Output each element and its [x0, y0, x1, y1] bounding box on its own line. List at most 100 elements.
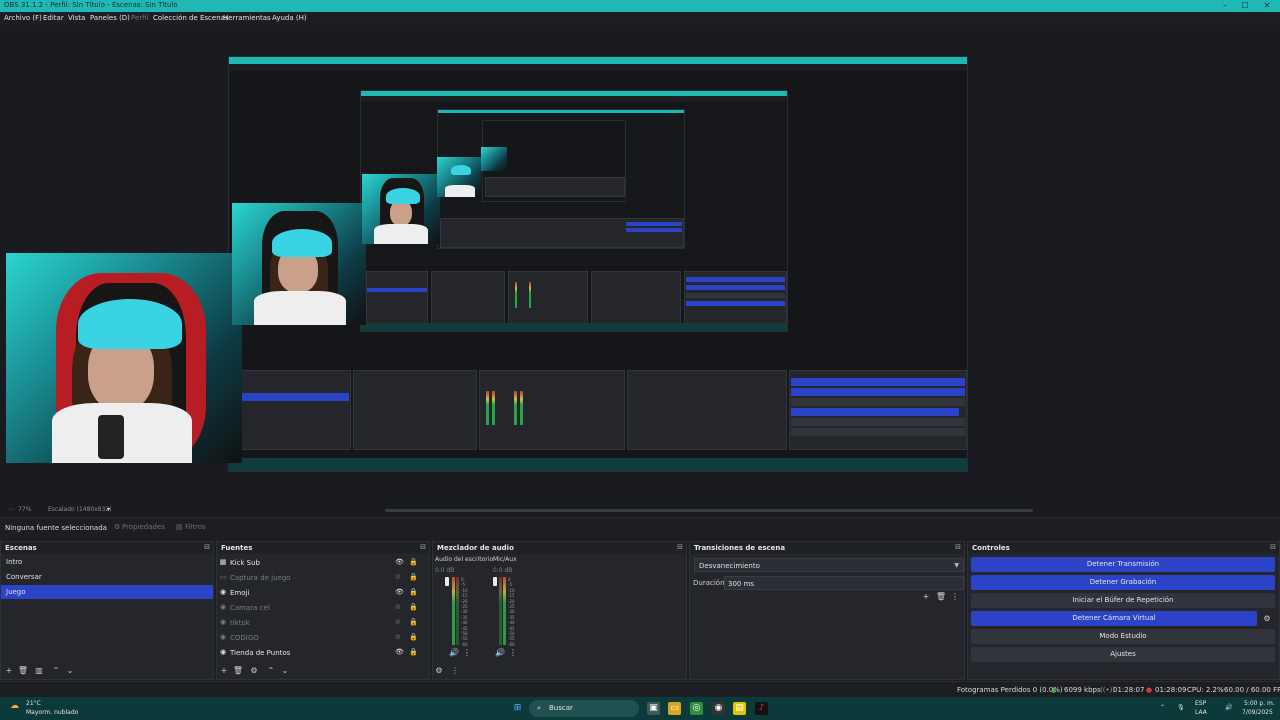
maximize-button[interactable]: ☐	[1236, 0, 1254, 12]
menu-ayuda[interactable]: Ayuda (H)	[272, 14, 307, 22]
scene-item-juego[interactable]: Juego	[1, 585, 213, 599]
filters-button[interactable]: Filtros	[185, 523, 206, 531]
mic-icon[interactable]: 🎙	[1177, 704, 1185, 711]
speaker-icon[interactable]: 🔊	[449, 648, 459, 657]
kebab-icon[interactable]: ⋮	[449, 666, 461, 675]
lock-icon[interactable]: 🔒	[409, 603, 418, 611]
source-type-icon: ▭	[219, 573, 227, 581]
filter-icon[interactable]: ▥	[33, 666, 45, 675]
source-item-codigo[interactable]: ◉ CODIGO ⊘ 🔒	[217, 630, 425, 645]
tiktok-icon[interactable]: ♪	[755, 702, 768, 715]
zoom-caret-icon[interactable]: ⋯	[8, 506, 14, 513]
nested-btn-1b	[791, 388, 965, 396]
replay-buffer-button[interactable]: Iniciar el Búfer de Repetición	[971, 593, 1275, 608]
menu-coleccion-escenas[interactable]: Colección de Escenas	[153, 14, 229, 22]
eye-off-icon[interactable]: ⊘	[395, 573, 401, 581]
close-button[interactable]: ✕	[1258, 0, 1276, 12]
scaling-label[interactable]: Escalado (1480x832)	[48, 506, 112, 513]
dock-menu-icon[interactable]: ⊟	[1270, 543, 1276, 551]
eye-icon[interactable]: 👁	[395, 648, 404, 656]
source-item-kick-sub[interactable]: ▦ Kick Sub 👁 🔒	[217, 555, 425, 570]
trash-icon[interactable]: 🗑	[935, 592, 947, 601]
source-item-tienda-puntos[interactable]: ◉ Tienda de Puntos 👁 🔒	[217, 645, 425, 660]
scaling-dropdown-icon[interactable]: ▾	[107, 506, 110, 513]
obs-icon[interactable]: ◉	[712, 702, 725, 715]
preview-scrollbar[interactable]	[385, 509, 1033, 512]
menu-paneles[interactable]: Paneles (D)	[90, 14, 130, 22]
link-gear-icon[interactable]: ⚙	[433, 666, 445, 675]
eye-icon[interactable]: 👁	[395, 558, 404, 566]
lock-icon[interactable]: 🔒	[409, 588, 418, 596]
trash-icon[interactable]: 🗑	[17, 666, 29, 675]
kebab-icon[interactable]: ⋮	[949, 592, 961, 601]
kebab-icon[interactable]: ⋮	[463, 648, 471, 657]
dock-menu-icon[interactable]: ⊟	[677, 543, 683, 551]
language-1[interactable]: ESP	[1195, 700, 1206, 707]
settings-button[interactable]: Ajustes	[971, 647, 1275, 662]
source-item-camara-cel[interactable]: ◉ Camara cel ⊘ 🔒	[217, 600, 425, 615]
nested-btn-2a	[686, 277, 785, 282]
menu-archivo[interactable]: Archivo (F)	[4, 14, 42, 22]
chevron-up-icon[interactable]: ⌃	[265, 666, 277, 675]
stop-recording-button[interactable]: Detener Grabación	[971, 575, 1275, 590]
nested-btn-2b	[686, 285, 785, 290]
weather-icon[interactable]: ☁	[8, 700, 21, 713]
scene-item-intro[interactable]: Intro	[1, 555, 213, 569]
gear-icon: ⚙	[114, 523, 121, 531]
gear-icon[interactable]: ⚙	[248, 666, 260, 675]
eye-off-icon[interactable]: ⊘	[395, 603, 401, 611]
menu-vista[interactable]: Vista	[68, 14, 85, 22]
lock-icon[interactable]: 🔒	[409, 573, 418, 581]
chevron-down-icon[interactable]: ⌄	[279, 666, 291, 675]
scenes-footer: + 🗑 ▥ ⌃ ⌄	[1, 663, 213, 679]
gear-icon[interactable]: ⚙	[1261, 614, 1273, 623]
task-view-icon[interactable]: ▣	[647, 702, 660, 715]
source-item-emoji[interactable]: ◉ Emoji 👁 🔒	[217, 585, 425, 600]
kebab-icon[interactable]: ⋮	[509, 648, 517, 657]
chevron-up-icon[interactable]: ⌃	[1160, 704, 1165, 711]
properties-button[interactable]: Propiedades	[122, 523, 165, 531]
lock-icon[interactable]: 🔒	[409, 633, 418, 641]
language-2[interactable]: LAA	[1195, 709, 1207, 716]
stop-streaming-button[interactable]: Detener Transmisión	[971, 557, 1275, 572]
eye-off-icon[interactable]: ⊘	[395, 618, 401, 626]
lock-icon[interactable]: 🔒	[409, 648, 418, 656]
eye-off-icon[interactable]: ⊘	[395, 633, 401, 641]
chevron-down-icon[interactable]: ⌄	[64, 666, 76, 675]
dock-menu-icon[interactable]: ⊟	[420, 543, 426, 551]
studio-mode-button[interactable]: Modo Estudio	[971, 629, 1275, 644]
duration-input[interactable]: 300 ms	[724, 576, 964, 590]
source-item-captura-juego[interactable]: ▭ Captura de juego ⊘ 🔒	[217, 570, 425, 585]
stop-virtual-camera-button[interactable]: Detener Cámara Virtual	[971, 611, 1257, 626]
notes-icon[interactable]: ▤	[733, 702, 746, 715]
lock-icon[interactable]: 🔒	[409, 618, 418, 626]
volume-icon[interactable]: 🔊	[1225, 704, 1232, 711]
volume-fader[interactable]	[445, 577, 449, 586]
scene-item-conversar[interactable]: Conversar	[1, 570, 213, 584]
trash-icon[interactable]: 🗑	[232, 666, 244, 675]
preview-canvas[interactable]	[0, 25, 1280, 503]
dock-menu-icon[interactable]: ⊟	[955, 543, 961, 551]
transition-select[interactable]: Desvanecimiento ▼	[694, 558, 964, 572]
add-icon[interactable]: +	[218, 666, 230, 675]
file-explorer-icon[interactable]: ▭	[668, 702, 681, 715]
add-icon[interactable]: +	[920, 592, 932, 601]
dock-menu-icon[interactable]: ⊟	[204, 543, 210, 551]
zoom-level[interactable]: 77%	[18, 506, 31, 513]
volume-fader[interactable]	[493, 577, 497, 586]
menu-editar[interactable]: Editar	[43, 14, 64, 22]
chevron-up-icon[interactable]: ⌃	[50, 666, 62, 675]
source-item-tiktok[interactable]: ◉ tiktok ⊘ 🔒	[217, 615, 425, 630]
add-icon[interactable]: +	[3, 666, 15, 675]
minimize-button[interactable]: –	[1216, 0, 1234, 12]
eye-icon[interactable]: 👁	[395, 588, 404, 596]
speaker-icon[interactable]: 🔊	[495, 648, 505, 657]
chrome-icon[interactable]: ◎	[690, 702, 703, 715]
windows-start-icon[interactable]: ⊞	[511, 702, 524, 715]
transition-selected: Desvanecimiento	[699, 562, 760, 570]
menu-herramientas[interactable]: Herramientas	[223, 14, 271, 22]
clock-time[interactable]: 5:00 p. m.	[1244, 700, 1275, 707]
lock-icon[interactable]: 🔒	[409, 558, 418, 566]
taskbar-search[interactable]: ⌕ Buscar	[529, 700, 639, 717]
clock-date[interactable]: 7/09/2025	[1242, 709, 1273, 716]
